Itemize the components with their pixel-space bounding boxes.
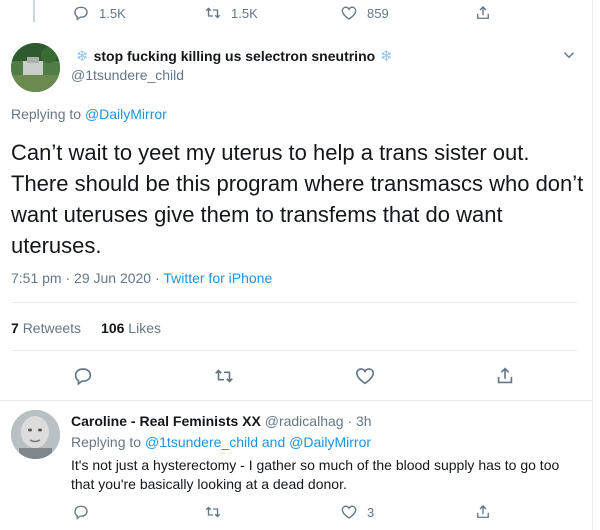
reply-avatar-image (11, 410, 60, 459)
retweets-label: Retweets (22, 320, 82, 336)
reply-avatar[interactable] (11, 410, 60, 459)
tweet-stats: 7 Retweets 106 Likes (11, 320, 181, 336)
reply-replying-to-line: Replying to @1tsundere_child and @DailyM… (71, 434, 371, 450)
reply-time[interactable]: · 3h (347, 413, 371, 429)
replying-to-line: Replying to @DailyMirror (11, 106, 167, 122)
meta-separator: · (155, 270, 160, 286)
avatar[interactable] (11, 43, 60, 92)
prev-reply-button[interactable]: 1.5K (72, 4, 126, 22)
reply-like-count: 3 (367, 504, 375, 520)
share-icon (477, 505, 489, 518)
reply-mention-2[interactable]: @DailyMirror (289, 434, 371, 450)
like-icon (355, 368, 375, 385)
divider (11, 350, 577, 351)
likes-label: Likes (128, 320, 161, 336)
reply-mention-and: and (261, 434, 286, 450)
reply-icon (74, 505, 88, 520)
likes-stat[interactable]: 106 Likes (101, 320, 161, 336)
reply-share-button[interactable] (474, 503, 492, 521)
divider (11, 302, 577, 303)
prev-retweet-button[interactable]: 1.5K (204, 4, 258, 22)
prev-retweet-count: 1.5K (231, 5, 258, 21)
replying-prefix: Replying to (11, 106, 82, 122)
divider (0, 400, 593, 401)
reply-text: It's not just a hysterectomy - I gather … (71, 457, 560, 492)
reply-button[interactable] (72, 365, 94, 387)
like-button[interactable] (354, 365, 376, 387)
reply-handle[interactable]: @radicalhag (265, 413, 344, 429)
prev-like-count: 859 (367, 5, 389, 21)
retweet-icon (215, 369, 233, 383)
reply-icon (74, 368, 92, 386)
tweet-source-link[interactable]: Twitter for iPhone (163, 270, 272, 286)
reply-like-button[interactable]: 3 (340, 503, 374, 521)
reply-header: Caroline - Real Feminists XX @radicalhag… (71, 413, 372, 429)
snowflake-icon: ❄ (76, 48, 89, 65)
reply-mention-1[interactable]: @1tsundere_child (145, 434, 258, 450)
reply-display-name[interactable]: Caroline - Real Feminists XX (71, 413, 261, 429)
like-icon (341, 6, 357, 20)
chevron-down-icon[interactable] (560, 46, 578, 64)
prev-like-button[interactable]: 859 (340, 4, 389, 22)
retweet-icon (205, 7, 221, 19)
author-name-row[interactable]: ❄ stop fucking killing us selectron sneu… (71, 47, 398, 65)
like-icon (341, 505, 357, 519)
retweet-button[interactable] (213, 365, 235, 387)
previous-tweet-action-bar: 1.5K 1.5K 859 (0, 0, 593, 30)
retweet-icon (205, 506, 221, 518)
tweet-meta: 7:51 pm · 29 Jun 2020 · Twitter for iPho… (11, 270, 272, 286)
avatar-image (11, 43, 60, 92)
author-handle[interactable]: @1tsundere_child (71, 67, 184, 83)
reply-replying-prefix: Replying to (71, 434, 142, 450)
retweets-count: 7 (11, 320, 19, 336)
reply-icon (74, 6, 88, 21)
thread-line (33, 0, 35, 22)
share-icon (477, 6, 489, 19)
retweets-stat[interactable]: 7 Retweets (11, 320, 81, 336)
tweet-thread-panel: 1.5K 1.5K 859 ❄ stop fucking killing us … (0, 0, 593, 530)
replying-to-link[interactable]: @DailyMirror (85, 106, 167, 122)
reply-reply-button[interactable] (72, 503, 90, 521)
share-button[interactable] (494, 365, 516, 387)
prev-share-button[interactable] (474, 4, 492, 22)
tweet-timestamp[interactable]: 7:51 pm · 29 Jun 2020 (11, 270, 151, 286)
share-icon (497, 367, 513, 384)
author-display-name: stop fucking killing us selectron sneutr… (93, 48, 376, 64)
prev-reply-count: 1.5K (99, 5, 126, 21)
reply-retweet-button[interactable] (204, 503, 222, 521)
likes-count: 106 (101, 320, 125, 336)
snowflake-icon: ❄ (380, 48, 393, 65)
tweet-text: Can’t wait to yeet my uterus to help a t… (11, 140, 584, 258)
